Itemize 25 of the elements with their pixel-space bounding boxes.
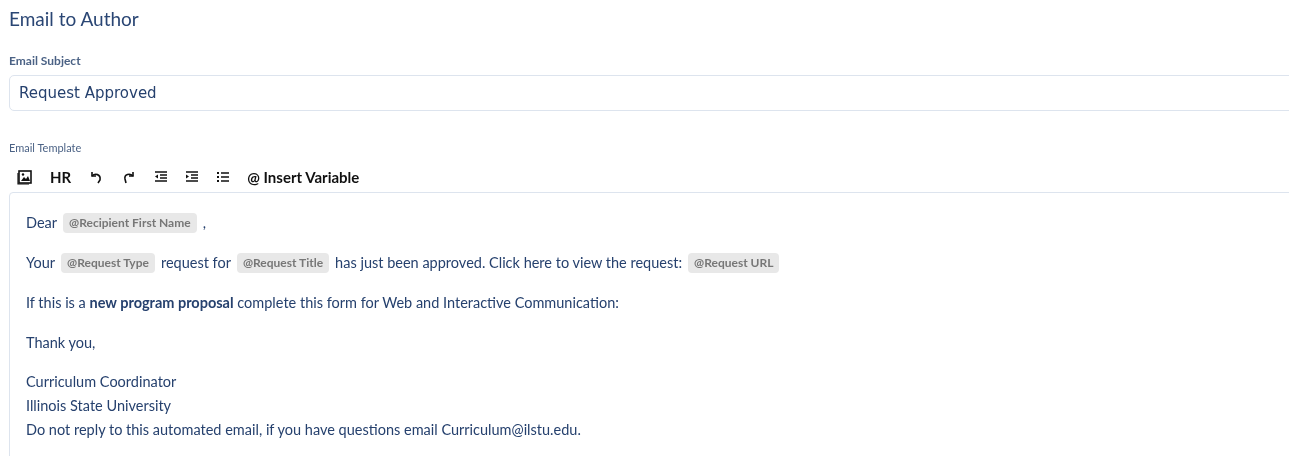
body-text: request for — [160, 253, 231, 273]
variable-chip: @Request Type — [61, 252, 155, 273]
outdent-icon[interactable] — [154, 170, 169, 184]
variable-chip: @Recipient First Name — [63, 212, 197, 233]
body-text: Your — [26, 253, 56, 273]
body-text: Dear — [26, 213, 58, 233]
image-icon[interactable] — [17, 169, 33, 185]
body-text: , — [202, 213, 206, 233]
signature-line: Curriculum Coordinator — [26, 372, 178, 392]
template-editor[interactable] — [9, 192, 1289, 456]
variable-chip: @Request Title — [236, 252, 330, 273]
insert-variable-button[interactable]: HR — [50, 168, 72, 186]
body-text: has just been approved. Click here to view the request: — [335, 253, 683, 273]
signature-line: Illinois State University — [26, 396, 173, 416]
insert-variable-button[interactable]: @ Insert Variable — [247, 168, 360, 186]
page-title: Email to Author — [9, 7, 140, 31]
signature-line: Do not reply to this automated email, if you have questions email Curriculum@ilstu.edu. — [26, 420, 582, 440]
subject-field[interactable]: Request Approved — [9, 75, 1289, 111]
indent-icon[interactable] — [185, 170, 200, 184]
variable-chip: @Request URL — [688, 252, 780, 273]
field-label: Email Template — [9, 141, 82, 154]
bullet-list-icon[interactable] — [216, 170, 231, 184]
body-text: Thank you, — [26, 333, 96, 353]
field-label: Email Subject — [9, 53, 81, 69]
body-text: If this is a new program proposal complete this form for Web and Interactive Communication: — [26, 293, 619, 313]
